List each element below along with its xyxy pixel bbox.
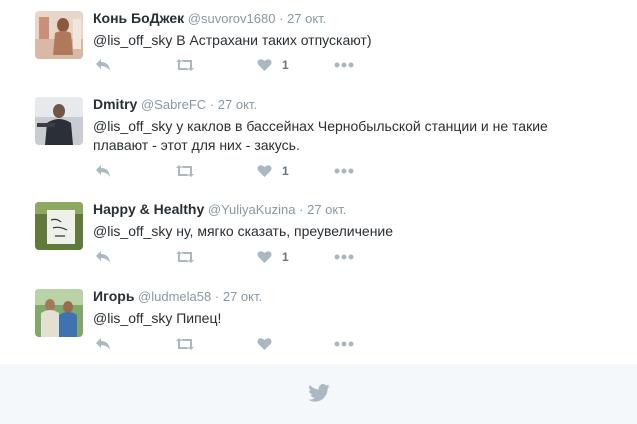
like-count: 1 — [282, 250, 289, 264]
heart-icon — [257, 165, 272, 177]
heart-icon — [257, 338, 272, 350]
separator: · — [299, 202, 304, 217]
fullname[interactable]: Игорь — [93, 288, 134, 304]
separator: · — [279, 11, 284, 26]
like-button[interactable]: 1 — [257, 163, 289, 179]
tweet-text: @lis_off_sky ну, мягко сказать, преувели… — [93, 223, 394, 239]
reply-button[interactable] — [95, 57, 111, 73]
reply-button[interactable] — [95, 336, 111, 352]
more-icon — [334, 254, 354, 260]
tweet-header: Dmitry @SabreFC · 27 окт. — [93, 96, 627, 113]
retweet-button[interactable] — [175, 249, 195, 265]
tweet[interactable]: Конь БоДжек @suvorov1680 · 27 окт. @lis_… — [0, 0, 637, 87]
reply-icon — [96, 165, 110, 177]
tweet-header: Конь БоДжек @suvorov1680 · 27 окт. — [93, 10, 627, 27]
username[interactable]: @YuliyaKuzina — [208, 202, 296, 217]
like-button[interactable]: 1 — [257, 57, 289, 73]
username[interactable]: @SabreFC — [141, 97, 206, 112]
tweet[interactable]: Happy & Healthy @YuliyaKuzina · 27 окт. … — [0, 191, 637, 279]
timestamp[interactable]: 27 окт. — [307, 202, 346, 217]
twitter-bird-icon — [308, 384, 330, 407]
username[interactable]: @suvorov1680 — [188, 11, 276, 26]
avatar[interactable] — [35, 202, 83, 250]
retweet-button[interactable] — [175, 336, 195, 352]
avatar[interactable] — [35, 11, 83, 59]
tweet-text: @lis_off_sky В Астрахани таких отпускают… — [93, 32, 372, 48]
fullname[interactable]: Dmitry — [93, 96, 137, 112]
reply-icon — [96, 338, 110, 350]
retweet-button[interactable] — [175, 163, 195, 179]
reply-icon — [96, 251, 110, 263]
retweet-icon — [176, 338, 194, 350]
like-count: 1 — [282, 164, 289, 178]
separator: · — [209, 97, 215, 112]
more-button[interactable] — [334, 336, 354, 352]
more-icon — [334, 341, 354, 347]
reply-button[interactable] — [95, 163, 111, 179]
timestamp[interactable]: 27 окт. — [218, 97, 257, 112]
timestamp[interactable]: 27 окт. — [287, 11, 326, 26]
tweet-text: @lis_off_sky Пипец! — [93, 310, 222, 326]
avatar[interactable] — [35, 97, 83, 145]
retweet-button[interactable] — [175, 57, 195, 73]
reply-icon — [96, 59, 110, 71]
tweet[interactable]: Игорь @ludmela58 · 27 окт. @lis_off_sky … — [0, 278, 637, 365]
fullname[interactable]: Конь БоДжек — [93, 10, 184, 26]
tweet-header: Happy & Healthy @YuliyaKuzina · 27 окт. — [93, 201, 627, 218]
timestamp[interactable]: 27 окт. — [223, 289, 262, 304]
heart-icon — [257, 59, 272, 71]
tweet-text: @lis_off_sky у каклов в бассейнах Черноб… — [93, 118, 548, 153]
more-icon — [334, 62, 354, 68]
heart-icon — [257, 251, 272, 263]
reply-button[interactable] — [95, 249, 111, 265]
retweet-icon — [176, 251, 194, 263]
username[interactable]: @ludmela58 — [138, 289, 211, 304]
tweet-header: Игорь @ludmela58 · 27 окт. — [93, 288, 627, 305]
retweet-icon — [176, 165, 194, 177]
avatar[interactable] — [35, 289, 83, 337]
like-button[interactable]: 1 — [257, 249, 289, 265]
more-button[interactable] — [334, 163, 354, 179]
separator: · — [214, 289, 220, 304]
like-count: 1 — [282, 58, 289, 72]
more-button[interactable] — [334, 249, 354, 265]
retweet-icon — [176, 59, 194, 71]
more-button[interactable] — [334, 57, 354, 73]
tweet[interactable]: Dmitry @SabreFC · 27 окт. @lis_off_sky у… — [0, 86, 637, 192]
fullname[interactable]: Happy & Healthy — [93, 201, 204, 217]
like-button[interactable] — [257, 336, 272, 352]
more-icon — [334, 168, 354, 174]
